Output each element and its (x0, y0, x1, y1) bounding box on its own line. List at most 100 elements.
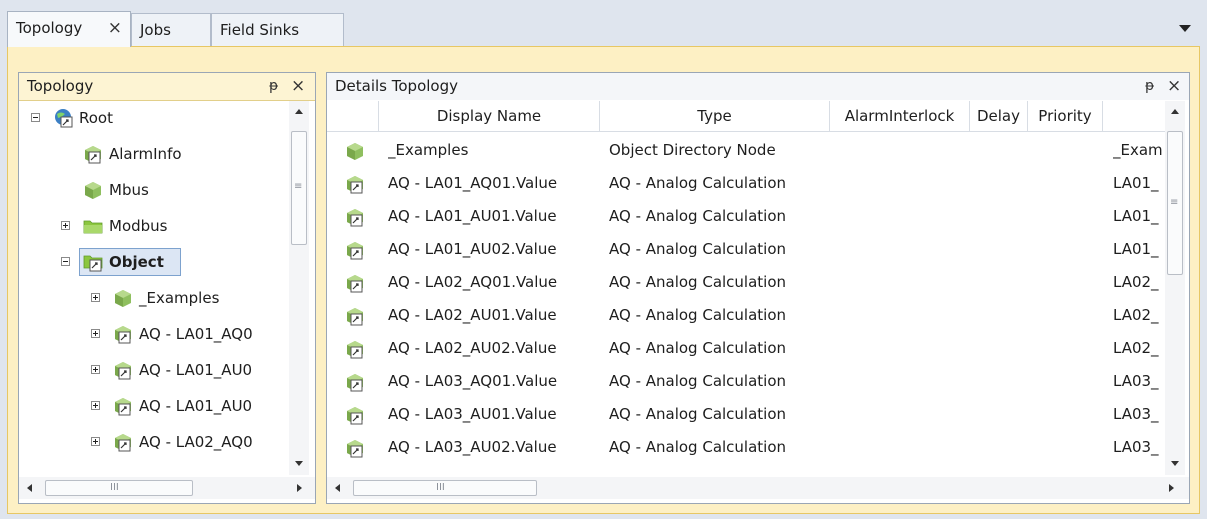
cell-extra: LA03_ (1113, 372, 1159, 390)
cell-type: Object Directory Node (609, 141, 776, 159)
cell-type: AQ - Analog Calculation (609, 240, 787, 258)
grip-icon: III (436, 482, 445, 493)
scroll-down-icon[interactable] (295, 461, 303, 466)
table-row[interactable]: AQ - LA03_AU01.Value AQ - Analog Calculat… (327, 398, 1165, 431)
cell-type: AQ - Analog Calculation (609, 273, 787, 291)
collapse-icon[interactable] (31, 113, 40, 122)
scroll-up-icon[interactable] (1171, 109, 1179, 114)
folder-icon (83, 216, 103, 236)
green-cube-icon (83, 180, 103, 200)
scroll-thumb[interactable]: III (353, 480, 537, 496)
close-icon[interactable]: × (1167, 73, 1181, 100)
pin-icon[interactable]: ᵽ (1145, 73, 1154, 100)
close-icon[interactable]: × (291, 73, 305, 100)
scroll-up-icon[interactable] (295, 109, 303, 114)
column-header-priority[interactable]: Priority (1028, 101, 1103, 131)
cell-type: AQ - Analog Calculation (609, 438, 787, 456)
close-icon[interactable]: × (108, 12, 122, 44)
tab-label: Topology (16, 19, 83, 37)
tree-item-label: AlarmInfo (109, 145, 182, 163)
tree-item[interactable]: Object (19, 247, 289, 277)
root-object-icon (53, 108, 73, 128)
table-row[interactable]: AQ - LA03_AU02.Value AQ - Analog Calculat… (327, 431, 1165, 464)
tree-item-label: Object (109, 253, 164, 271)
tree-item[interactable]: Modbus (19, 211, 289, 241)
tree-item[interactable]: AQ - LA02_AQ0 (19, 427, 289, 457)
scroll-right-icon[interactable] (297, 484, 302, 492)
table-row[interactable]: AQ - LA02_AU02.Value AQ - Analog Calculat… (327, 332, 1165, 365)
scroll-right-icon[interactable] (1169, 484, 1174, 492)
expand-icon[interactable] (91, 437, 100, 446)
tree-item[interactable]: Root (19, 103, 289, 133)
tree-item-label: Modbus (109, 217, 168, 235)
green-cube-icon (113, 288, 133, 308)
table-row[interactable]: AQ - LA01_AQ01.Value AQ - Analog Calculat… (327, 167, 1165, 200)
calculation-cube-icon (345, 437, 365, 458)
grip-icon: ≡ (1170, 197, 1179, 208)
tab-jobs[interactable]: Jobs (131, 13, 211, 46)
cell-display-name: AQ - LA01_AQ01.Value (388, 174, 558, 192)
cell-display-name: _Examples (388, 141, 469, 159)
cell-extra: LA01_ (1113, 207, 1159, 225)
collapse-icon[interactable] (61, 257, 70, 266)
cell-display-name: AQ - LA01_AU02.Value (388, 240, 557, 258)
tree-item-label: Mbus (109, 181, 149, 199)
scroll-left-icon[interactable] (335, 484, 340, 492)
cell-type: AQ - Analog Calculation (609, 339, 787, 357)
tree-item[interactable]: AQ - LA01_AU0 (19, 355, 289, 385)
calculation-cube-icon (113, 324, 133, 344)
column-header-alarm-interlock[interactable]: AlarmInterlock (830, 101, 970, 131)
topology-tree-panel: Topology ᵽ × Root AlarmInfo Mbus Modbus … (18, 72, 316, 504)
tree-horizontal-scrollbar[interactable]: III (19, 477, 315, 499)
expand-icon[interactable] (91, 293, 100, 302)
tree-item-label: Root (79, 109, 113, 127)
pin-icon[interactable]: ᵽ (269, 73, 278, 100)
tree-item[interactable]: Mbus (19, 175, 289, 205)
panel-title: Details Topology (335, 77, 459, 95)
tree-item[interactable]: AQ - LA01_AQ0 (19, 319, 289, 349)
tree-item[interactable]: AlarmInfo (19, 139, 289, 169)
grid-body: _Examples Object Directory Node _Exam AQ -… (327, 134, 1165, 475)
tab-field-sinks[interactable]: Field Sinks (211, 13, 344, 46)
calculation-cube-icon (345, 371, 365, 392)
scroll-down-icon[interactable] (1171, 461, 1179, 466)
expand-icon[interactable] (61, 221, 70, 230)
calculation-cube-icon (113, 360, 133, 380)
cell-extra: LA02_ (1113, 306, 1159, 324)
expand-icon[interactable] (91, 329, 100, 338)
table-row[interactable]: AQ - LA01_AU02.Value AQ - Analog Calculat… (327, 233, 1165, 266)
scroll-left-icon[interactable] (27, 484, 32, 492)
table-row[interactable]: AQ - LA03_AQ01.Value AQ - Analog Calculat… (327, 365, 1165, 398)
table-row[interactable]: AQ - LA02_AU01.Value AQ - Analog Calculat… (327, 299, 1165, 332)
scroll-thumb[interactable]: ≡ (1167, 131, 1183, 275)
scroll-thumb[interactable]: III (45, 480, 193, 496)
scroll-thumb[interactable]: ≡ (291, 131, 307, 245)
tree-item[interactable]: _Examples (19, 283, 289, 313)
cell-display-name: AQ - LA02_AU01.Value (388, 306, 557, 324)
cell-extra: _Exam (1113, 141, 1163, 159)
cell-display-name: AQ - LA01_AU01.Value (388, 207, 557, 225)
table-row[interactable]: _Examples Object Directory Node _Exam (327, 134, 1165, 167)
tree-vertical-scrollbar[interactable]: ≡ (289, 101, 309, 475)
column-header-type[interactable]: Type (600, 101, 830, 131)
column-header-extra[interactable] (1103, 101, 1165, 131)
cell-extra: LA03_ (1113, 405, 1159, 423)
grid-header-row: Display Name Type AlarmInterlock Delay P… (327, 101, 1165, 132)
tab-topology[interactable]: Topology × (7, 11, 131, 47)
grid-vertical-scrollbar[interactable]: ≡ (1165, 101, 1185, 475)
topology-tree: Root AlarmInfo Mbus Modbus Object _Examp… (19, 101, 289, 475)
column-header-delay[interactable]: Delay (970, 101, 1028, 131)
grip-icon: III (110, 482, 119, 493)
calculation-cube-icon (345, 305, 365, 326)
tab-overflow-dropdown-icon[interactable] (1179, 25, 1191, 32)
column-header-display-name[interactable]: Display Name (379, 101, 600, 131)
tree-item[interactable]: AQ - LA01_AU0 (19, 391, 289, 421)
table-row[interactable]: AQ - LA02_AQ01.Value AQ - Analog Calculat… (327, 266, 1165, 299)
cell-display-name: AQ - LA03_AU02.Value (388, 438, 557, 456)
details-topology-panel: Details Topology ᵽ × Display Name Type A… (326, 72, 1190, 504)
table-row[interactable]: AQ - LA01_AU01.Value AQ - Analog Calculat… (327, 200, 1165, 233)
calculation-cube-icon (345, 173, 365, 194)
grid-horizontal-scrollbar[interactable]: III (327, 477, 1189, 499)
expand-icon[interactable] (91, 401, 100, 410)
expand-icon[interactable] (91, 365, 100, 374)
